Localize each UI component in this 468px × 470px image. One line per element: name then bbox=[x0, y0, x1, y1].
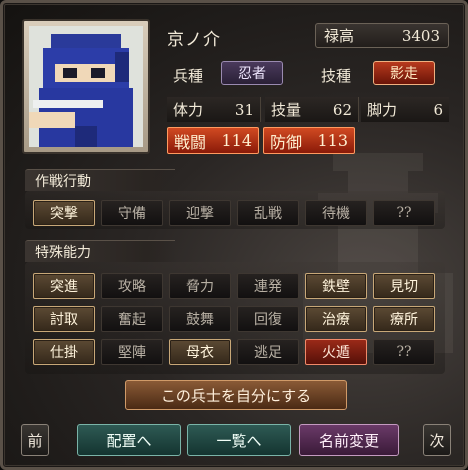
list-button[interactable]: 一覧へ bbox=[187, 424, 291, 456]
ability-button[interactable]: 突進 bbox=[33, 273, 95, 299]
rokudaka-value: 3403 bbox=[401, 26, 440, 45]
stat-value: 62 bbox=[332, 100, 352, 119]
ability-button[interactable]: 攻略 bbox=[101, 273, 163, 299]
ability-button[interactable]: 鉄壁 bbox=[305, 273, 367, 299]
deploy-button[interactable]: 配置へ bbox=[77, 424, 181, 456]
ability-button[interactable]: 堅陣 bbox=[101, 339, 163, 365]
tactic-button-unknown[interactable]: ?? bbox=[373, 200, 435, 226]
tactic-button-melee[interactable]: 乱戦 bbox=[237, 200, 299, 226]
abilities-section-title: 特殊能力 bbox=[25, 240, 175, 262]
troop-type-value: 忍者 bbox=[221, 61, 283, 85]
ability-button[interactable]: ?? bbox=[373, 339, 435, 365]
ability-button[interactable]: 回復 bbox=[237, 306, 299, 332]
troop-type-label: 兵種 bbox=[173, 67, 204, 85]
ability-button[interactable]: 討取 bbox=[33, 306, 95, 332]
stat-speed: 脚力 6 bbox=[361, 97, 449, 122]
prev-button[interactable]: 前 bbox=[21, 424, 49, 456]
stat-value: 6 bbox=[433, 100, 443, 119]
skill-type-value: 影走 bbox=[373, 61, 435, 85]
stat-value: 31 bbox=[234, 100, 254, 119]
ability-button[interactable]: 奮起 bbox=[101, 306, 163, 332]
tactic-button-defend[interactable]: 守備 bbox=[101, 200, 163, 226]
stat-defense: 防御 113 bbox=[263, 127, 355, 154]
stat-combat: 戦闘 114 bbox=[167, 127, 259, 154]
tactic-button-wait[interactable]: 待機 bbox=[305, 200, 367, 226]
unit-name: 京ノ介 bbox=[167, 30, 221, 50]
ability-button[interactable]: 火遁 bbox=[305, 339, 367, 365]
tactic-button-intercept[interactable]: 迎撃 bbox=[169, 200, 231, 226]
ability-button[interactable]: 仕掛 bbox=[33, 339, 95, 365]
rename-button[interactable]: 名前変更 bbox=[299, 424, 399, 456]
stat-label: 体力 bbox=[173, 101, 204, 119]
stat-stamina: 体力 31 bbox=[167, 97, 261, 122]
ability-button[interactable]: 療所 bbox=[373, 306, 435, 332]
ability-button[interactable]: 鼓舞 bbox=[169, 306, 231, 332]
rokudaka-label: 禄高 bbox=[324, 27, 355, 45]
stat-label: 技量 bbox=[271, 101, 302, 119]
stat-value: 113 bbox=[317, 131, 348, 150]
stat-label: 脚力 bbox=[367, 101, 398, 119]
stat-value: 114 bbox=[221, 131, 252, 150]
ability-button[interactable]: 治療 bbox=[305, 306, 367, 332]
tactics-section-title: 作戦行動 bbox=[25, 169, 175, 191]
ability-button[interactable]: 見切 bbox=[373, 273, 435, 299]
stat-label: 戦闘 bbox=[174, 132, 207, 152]
adopt-unit-button[interactable]: この兵士を自分にする bbox=[125, 380, 347, 410]
next-button[interactable]: 次 bbox=[423, 424, 451, 456]
ability-button[interactable]: 逃足 bbox=[237, 339, 299, 365]
unit-status-panel: 京ノ介 禄高 3403 兵種 忍者 技種 影走 体力 31 技量 62 脚力 6… bbox=[0, 0, 468, 470]
skill-type-label: 技種 bbox=[321, 67, 352, 85]
ninja-icon bbox=[29, 26, 143, 147]
tactic-button-charge[interactable]: 突撃 bbox=[33, 200, 95, 226]
stat-skill: 技量 62 bbox=[265, 97, 359, 122]
ability-button[interactable]: 母衣 bbox=[169, 339, 231, 365]
ability-button[interactable]: 脅力 bbox=[169, 273, 231, 299]
ninja-portrait bbox=[29, 26, 143, 147]
portrait-frame bbox=[22, 19, 150, 154]
stat-label: 防御 bbox=[270, 132, 303, 152]
rokudaka-box: 禄高 3403 bbox=[315, 23, 449, 48]
ability-button[interactable]: 連発 bbox=[237, 273, 299, 299]
